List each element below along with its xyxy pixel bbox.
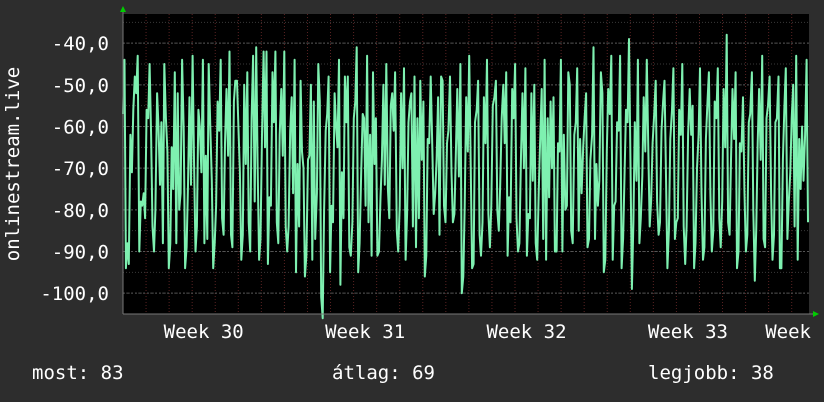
x-tick-label: Week 31	[325, 321, 405, 343]
x-tick-label: Week 32	[486, 321, 566, 343]
chart-widget: -40,0 -50,0 -60,0 -70,0 -80,0 -90,0 -100,0 Wee…	[0, 0, 824, 402]
x-axis-ticks: Week 30 Week 31 Week 32 Week 33 Week	[164, 321, 812, 343]
x-tick-label: Week 30	[164, 321, 244, 343]
x-tick-label: Week 33	[648, 321, 728, 343]
current-value: most: 83	[32, 362, 124, 384]
y-tick-label: -100,0	[40, 283, 109, 305]
y-tick-label: -40,0	[52, 33, 109, 55]
x-axis-arrow-icon	[813, 311, 819, 317]
y-tick-label: -90,0	[52, 242, 109, 264]
y-tick-label: -70,0	[52, 158, 109, 180]
y-tick-label: -50,0	[52, 75, 109, 97]
best-value: legjobb: 38	[648, 362, 774, 384]
average-value: átlag: 69	[332, 362, 435, 384]
y-tick-label: -60,0	[52, 117, 109, 139]
y-axis-ticks: -40,0 -50,0 -60,0 -70,0 -80,0 -90,0 -100,0	[40, 33, 109, 305]
x-tick-label: Week	[765, 321, 811, 343]
y-tick-label: -80,0	[52, 200, 109, 222]
line-chart: -40,0 -50,0 -60,0 -70,0 -80,0 -90,0 -100,0 Wee…	[2, 6, 819, 343]
y-axis-label: onlinestream.live	[2, 67, 24, 261]
y-axis-arrow-icon	[120, 6, 126, 12]
